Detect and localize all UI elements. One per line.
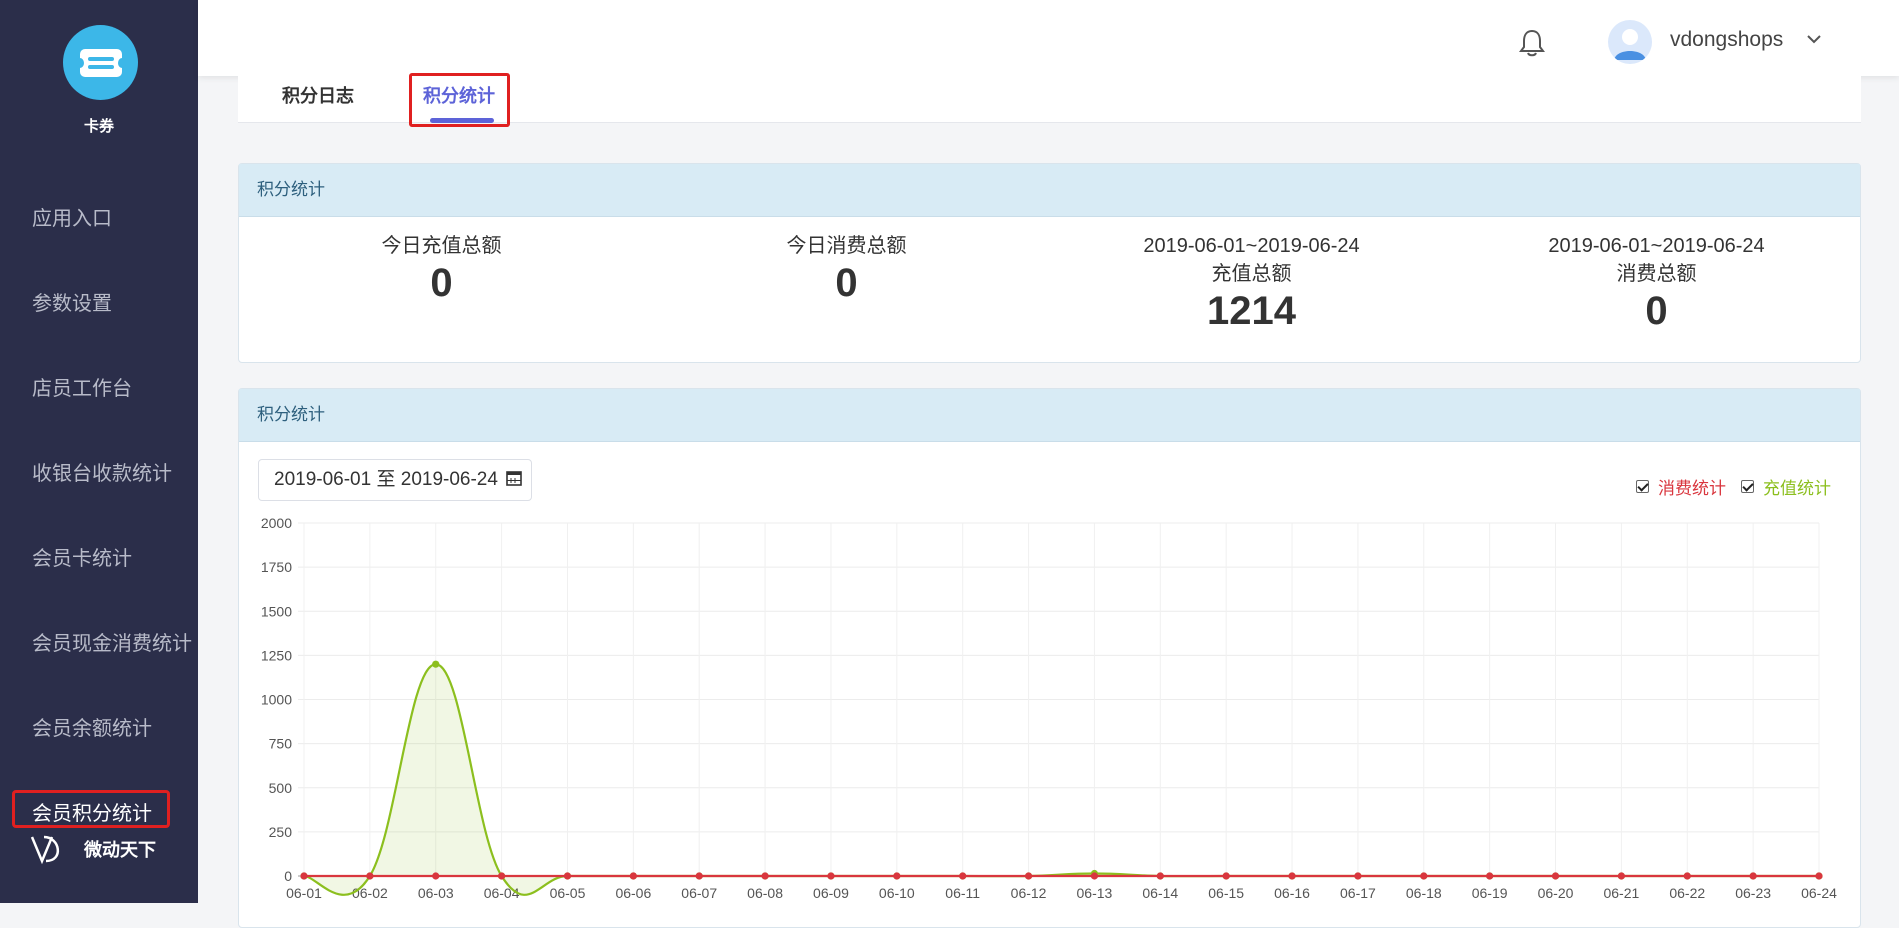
- username[interactable]: vdongshops: [1670, 28, 1783, 52]
- date-range-value: 2019-06-01 至 2019-06-24: [274, 469, 498, 490]
- stat-range: 2019-06-01~2019-06-24: [1548, 235, 1765, 257]
- sidebar: 卡券 应用入口 参数设置 店员工作台 收银台收款统计 会员卡统计 会员现金消费统…: [0, 0, 198, 903]
- sidebar-item-app-entry[interactable]: 应用入口: [32, 202, 112, 231]
- date-range-picker[interactable]: 2019-06-01 至 2019-06-24: [258, 459, 532, 501]
- legend-recharge[interactable]: 充值统计: [1741, 474, 1831, 499]
- stat-label: 充值总额: [1211, 263, 1292, 285]
- chart-panel-title: 积分统计: [239, 389, 1860, 442]
- stat-value: 0: [1645, 289, 1668, 333]
- tab-points-log[interactable]: 积分日志: [282, 82, 354, 108]
- stat-value: 1214: [1207, 289, 1296, 333]
- brand-name: 微动天下: [84, 840, 156, 860]
- calendar-icon: [506, 471, 523, 486]
- legend-recharge-label: 充值统计: [1763, 479, 1831, 498]
- stat-label: 今日消费总额: [786, 235, 907, 257]
- stat-range: 2019-06-01~2019-06-24: [1143, 235, 1360, 257]
- stat-range-consume: 2019-06-01~2019-06-24 消费总额 0: [1454, 232, 1859, 334]
- stat-today-recharge: 今日充值总额 0: [239, 232, 644, 306]
- stat-value: 0: [430, 261, 453, 305]
- active-tab-highlight: [409, 73, 510, 127]
- sidebar-item-staff-workbench[interactable]: 店员工作台: [32, 372, 132, 401]
- summary-panel: 积分统计 今日充值总额 0 今日消费总额 0 2019-06-01~2019-0…: [238, 163, 1861, 363]
- sidebar-item-cashier-stats[interactable]: 收银台收款统计: [32, 457, 172, 486]
- sidebar-item-member-balance-stats[interactable]: 会员余额统计: [32, 712, 152, 741]
- stat-today-consume: 今日消费总额 0: [644, 232, 1049, 306]
- stat-value: 0: [835, 261, 858, 305]
- brand: 微动天下: [30, 833, 156, 865]
- app-name: 卡券: [83, 118, 114, 135]
- legend-recharge-checkbox[interactable]: [1741, 480, 1754, 493]
- sidebar-item-settings[interactable]: 参数设置: [32, 287, 112, 316]
- coupon-logo-icon: [63, 25, 138, 100]
- sidebar-item-member-card-stats[interactable]: 会员卡统计: [32, 542, 132, 571]
- stat-range-recharge: 2019-06-01~2019-06-24 充值总额 1214: [1049, 232, 1454, 334]
- legend-consume[interactable]: 消费统计: [1636, 474, 1726, 499]
- chevron-down-icon[interactable]: [1805, 30, 1823, 53]
- legend-consume-label: 消费统计: [1658, 479, 1726, 498]
- legend-consume-checkbox[interactable]: [1636, 480, 1649, 493]
- bell-icon[interactable]: [1518, 28, 1546, 63]
- sidebar-item-member-cash-stats[interactable]: 会员现金消费统计: [32, 627, 192, 656]
- active-item-highlight: [12, 790, 170, 828]
- stat-label: 消费总额: [1616, 263, 1697, 285]
- stat-label: 今日充值总额: [381, 235, 502, 257]
- summary-panel-title: 积分统计: [239, 164, 1860, 217]
- avatar[interactable]: [1608, 20, 1652, 64]
- brand-logo-icon: [30, 835, 59, 865]
